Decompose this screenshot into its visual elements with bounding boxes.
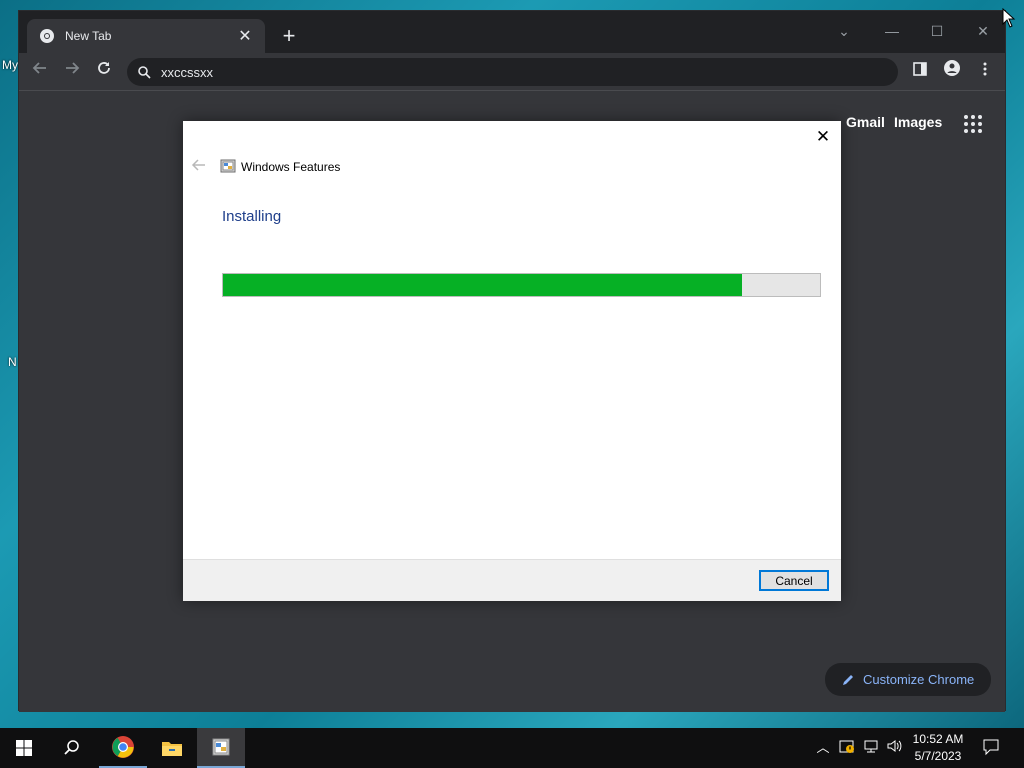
back-button[interactable] [27, 59, 53, 85]
forward-arrow-icon [66, 62, 80, 74]
tab-new-tab[interactable]: New Tab ✕ [27, 19, 265, 53]
window-close-button[interactable]: ✕ [968, 19, 998, 43]
windows-taskbar: ︿ 10:52 AM 5/7/2023 [0, 728, 1024, 768]
notifications-icon[interactable] [981, 738, 1001, 758]
security-warning-icon[interactable] [837, 738, 857, 758]
tab-strip: New Tab ✕ + ⌄ — ☐ ✕ [19, 11, 1005, 53]
side-panel-icon [913, 62, 927, 76]
dialog-close-button[interactable]: ✕ [813, 127, 833, 147]
images-link[interactable]: Images [894, 114, 942, 130]
chrome-favicon-icon [40, 29, 54, 43]
installing-heading: Installing [222, 208, 282, 225]
windows-start-icon [16, 740, 32, 756]
show-hidden-icons-icon[interactable]: ︿ [813, 738, 833, 758]
search-icon [64, 740, 79, 755]
search-icon [138, 66, 151, 79]
taskbar-windows-features-button[interactable] [197, 728, 245, 768]
volume-icon[interactable] [884, 738, 904, 758]
dialog-footer: Cancel [183, 559, 841, 601]
back-arrow-icon[interactable] [191, 157, 207, 173]
dialog-title: Windows Features [241, 160, 341, 174]
install-progress-bar [222, 273, 821, 297]
address-text: xxccssxx [161, 64, 213, 80]
maximize-button[interactable]: ☐ [922, 19, 952, 43]
install-progress-fill [223, 274, 743, 296]
tab-close-icon[interactable]: ✕ [235, 26, 255, 46]
chrome-menu-button[interactable] [972, 59, 998, 85]
google-apps-icon[interactable] [963, 114, 983, 134]
tab-search-chevron-icon[interactable]: ⌄ [829, 19, 859, 43]
more-vert-icon [983, 62, 987, 76]
taskbar-chrome-button[interactable] [99, 728, 147, 768]
browser-toolbar: xxccssxx [19, 53, 1005, 91]
desktop-icon-label[interactable]: N [8, 355, 17, 369]
tab-title: New Tab [65, 29, 112, 43]
profile-button[interactable] [939, 59, 965, 85]
address-bar[interactable]: xxccssxx [127, 58, 898, 86]
windows-features-dialog: ✕ Windows Features Installing Cancel [183, 121, 841, 601]
new-tab-button[interactable]: + [277, 25, 301, 49]
taskbar-search-button[interactable] [48, 728, 96, 768]
taskbar-file-explorer-button[interactable] [148, 728, 196, 768]
taskbar-clock[interactable]: 10:52 AM 5/7/2023 [906, 731, 970, 765]
minimize-button[interactable]: — [877, 19, 907, 43]
desktop-icon-label[interactable]: My [2, 58, 18, 72]
start-button[interactable] [0, 728, 48, 768]
customize-chrome-button[interactable]: Customize Chrome [825, 663, 991, 696]
mouse-cursor-icon [1002, 8, 1016, 28]
file-explorer-icon [162, 742, 182, 756]
side-panel-button[interactable] [907, 59, 933, 85]
customize-chrome-label: Customize Chrome [863, 672, 975, 687]
windows-features-icon [220, 159, 236, 173]
profile-icon [944, 60, 960, 76]
reload-icon [98, 62, 110, 74]
pencil-icon [843, 674, 853, 685]
gmail-link[interactable]: Gmail [846, 114, 885, 130]
clock-time: 10:52 AM [912, 732, 964, 746]
forward-button[interactable] [59, 59, 85, 85]
back-arrow-icon [32, 62, 46, 74]
chrome-icon [112, 736, 134, 758]
windows-features-icon [212, 738, 230, 756]
reload-button[interactable] [91, 59, 117, 85]
clock-date: 5/7/2023 [914, 749, 962, 763]
network-icon[interactable] [861, 738, 881, 758]
cancel-button[interactable]: Cancel [759, 570, 829, 591]
